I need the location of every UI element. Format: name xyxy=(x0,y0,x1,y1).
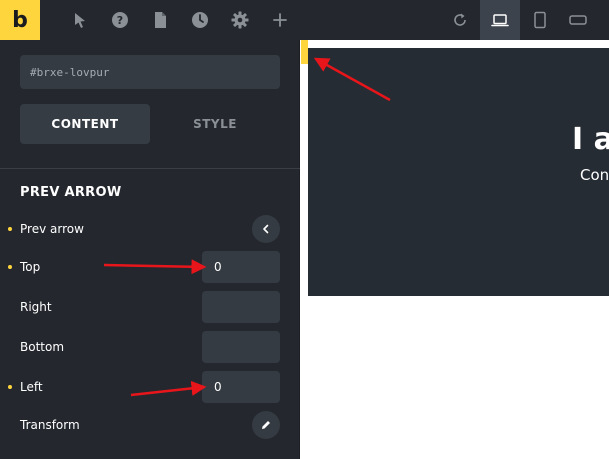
mobile-landscape-icon[interactable] xyxy=(567,9,589,31)
canvas-hero-section[interactable]: I a Con xyxy=(308,48,609,296)
hero-heading[interactable]: I a xyxy=(572,122,609,157)
laptop-icon[interactable] xyxy=(489,9,511,31)
tab-content[interactable]: CONTENT xyxy=(20,104,150,144)
chevron-left-icon xyxy=(263,224,269,234)
top-label: Top xyxy=(20,260,41,274)
help-icon[interactable]: ? xyxy=(109,9,131,31)
svg-text:?: ? xyxy=(117,14,123,27)
left-input[interactable] xyxy=(202,371,280,403)
prev-arrow-label: Prev arrow xyxy=(20,222,84,236)
modified-dot xyxy=(8,385,12,389)
tablet-icon[interactable] xyxy=(529,9,551,31)
pointer-icon[interactable] xyxy=(69,9,91,31)
prev-arrow-icon-picker[interactable] xyxy=(252,215,280,243)
gear-icon[interactable] xyxy=(229,9,251,31)
modified-dot xyxy=(8,227,12,231)
pages-icon[interactable] xyxy=(149,9,171,31)
right-input[interactable] xyxy=(202,291,280,323)
settings-sidebar: CONTENT STYLE PREV ARROW Prev arrow Top … xyxy=(0,40,300,459)
section-divider xyxy=(0,168,300,169)
refresh-icon[interactable] xyxy=(449,9,471,31)
brand-logo[interactable]: b xyxy=(0,0,40,40)
top-toolbar: b ? xyxy=(0,0,609,40)
right-label: Right xyxy=(20,300,52,314)
hero-text[interactable]: Con xyxy=(580,166,609,184)
transform-edit-button[interactable] xyxy=(252,411,280,439)
plus-icon[interactable] xyxy=(269,9,291,31)
tab-style[interactable]: STYLE xyxy=(150,104,280,144)
bottom-input[interactable] xyxy=(202,331,280,363)
section-title: PREV ARROW xyxy=(20,185,122,200)
canvas-selection-indicator xyxy=(301,40,308,64)
modified-dot xyxy=(8,265,12,269)
pencil-icon xyxy=(262,421,270,429)
left-label: Left xyxy=(20,380,43,394)
bottom-label: Bottom xyxy=(20,340,65,354)
top-input[interactable] xyxy=(202,251,280,283)
transform-label: Transform xyxy=(20,418,80,432)
css-id-input[interactable] xyxy=(20,55,280,89)
history-icon[interactable] xyxy=(189,9,211,31)
